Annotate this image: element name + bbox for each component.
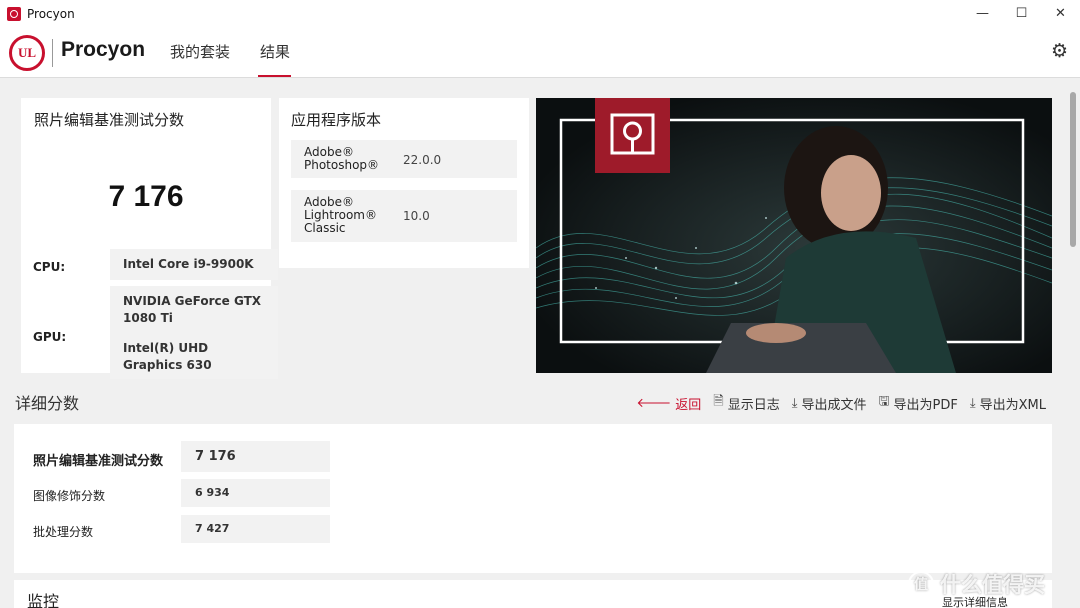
detailed-scores-card: 照片编辑基准测试分数 7 176 图像修饰分数 6 934 批处理分数 7 42… <box>14 424 1052 573</box>
score-row-value: 7 176 <box>181 441 330 472</box>
results-content: 照片编辑基准测试分数 7 176 CPU: Intel Core i9-9900… <box>0 78 1066 608</box>
hero-illustration <box>536 98 1052 373</box>
ul-logo: UL <box>9 35 45 71</box>
arrow-left-icon: 🡐 <box>636 396 672 411</box>
download-icon: ⤓ <box>969 395 976 411</box>
overall-score: 7 176 <box>108 180 184 213</box>
cpu-label: CPU: <box>33 260 66 274</box>
export-file-button[interactable]: ⤓ 导出成文件 <box>792 394 867 413</box>
score-row-label: 批处理分数 <box>33 525 94 539</box>
active-tab-indicator <box>258 75 291 77</box>
tab-my-suites[interactable]: 我的套装 <box>170 41 230 62</box>
maximize-button[interactable]: ☐ <box>1002 0 1041 27</box>
tab-results[interactable]: 结果 <box>260 41 290 62</box>
gpu-value-1: NVIDIA GeForce GTX 1080 Ti <box>123 294 262 325</box>
export-pdf-button[interactable]: 🖫 导出为PDF <box>878 392 957 414</box>
gear-icon[interactable]: ⚙ <box>1051 40 1068 62</box>
app-name-line: Classic <box>304 221 346 235</box>
app-version: 22.0.0 <box>403 153 442 167</box>
export-xml-label: 导出为XML <box>979 397 1046 413</box>
gpu-value-box: NVIDIA GeForce GTX 1080 Ti Intel(R) UHD … <box>110 286 278 379</box>
logo-divider <box>52 39 53 67</box>
procyon-app-icon <box>7 6 21 21</box>
score-row-value: 6 934 <box>181 479 330 507</box>
brand-title: Procyon <box>61 38 146 61</box>
app-name-line: Photoshop® <box>304 158 380 172</box>
gpu-label: GPU: <box>33 330 67 344</box>
score-card-heading: 照片编辑基准测试分数 <box>34 111 185 129</box>
back-button[interactable]: 🡐 返回 <box>636 394 701 413</box>
document-icon: 🗎 <box>713 394 724 409</box>
monitor-heading: 监控 <box>27 592 60 608</box>
show-log-button[interactable]: 🗎 显示日志 <box>713 392 779 414</box>
close-button[interactable]: ✕ <box>1041 0 1080 27</box>
monitor-card: 监控 <box>14 580 1052 608</box>
app-version: 10.0 <box>403 209 430 223</box>
show-details-toggle[interactable]: 显示详细信息 <box>942 594 1008 608</box>
app-versions-card: 应用程序版本 Adobe® Photoshop® 22.0.0 Adobe® L… <box>279 98 529 268</box>
vertical-scrollbar[interactable] <box>1066 78 1080 608</box>
export-xml-button[interactable]: ⤓ 导出为XML <box>970 394 1046 413</box>
detailed-scores-title: 详细分数 <box>15 394 80 413</box>
app-versions-heading: 应用程序版本 <box>291 111 382 129</box>
app-header: UL Procyon 我的套装 结果 ⚙ <box>0 27 1080 78</box>
window-controls: — ☐ ✕ <box>963 0 1080 27</box>
show-log-label: 显示日志 <box>727 397 780 413</box>
export-pdf-label: 导出为PDF <box>893 397 958 413</box>
benchmark-score-card: 照片编辑基准测试分数 7 176 CPU: Intel Core i9-9900… <box>21 98 278 379</box>
download-icon: ⤓ <box>791 395 798 411</box>
export-file-label: 导出成文件 <box>801 397 867 413</box>
gpu-value-2: Intel(R) UHD Graphics 630 <box>123 341 212 372</box>
window-title: Procyon <box>27 6 75 21</box>
app-row-photoshop: Adobe® Photoshop® 22.0.0 <box>291 140 517 178</box>
watermark-logo-icon: 值 <box>908 571 934 597</box>
window-titlebar: Procyon — ☐ ✕ <box>0 0 1080 27</box>
scrollbar-thumb[interactable] <box>1070 92 1076 247</box>
score-row-label: 照片编辑基准测试分数 <box>33 454 164 469</box>
score-row-label: 图像修饰分数 <box>33 489 106 503</box>
cpu-value: Intel Core i9-9900K <box>110 249 278 280</box>
benchmark-hero-image <box>536 98 1052 373</box>
save-icon: 🖫 <box>878 394 890 409</box>
app-row-lightroom: Adobe® Lightroom® Classic 10.0 <box>291 190 517 242</box>
results-actions: 🡐 返回 🗎 显示日志 ⤓ 导出成文件 🖫 导出为PDF ⤓ 导出为XML <box>636 392 1046 414</box>
minimize-button[interactable]: — <box>963 0 1002 27</box>
back-label: 返回 <box>675 397 702 413</box>
score-row-value: 7 427 <box>181 515 330 543</box>
